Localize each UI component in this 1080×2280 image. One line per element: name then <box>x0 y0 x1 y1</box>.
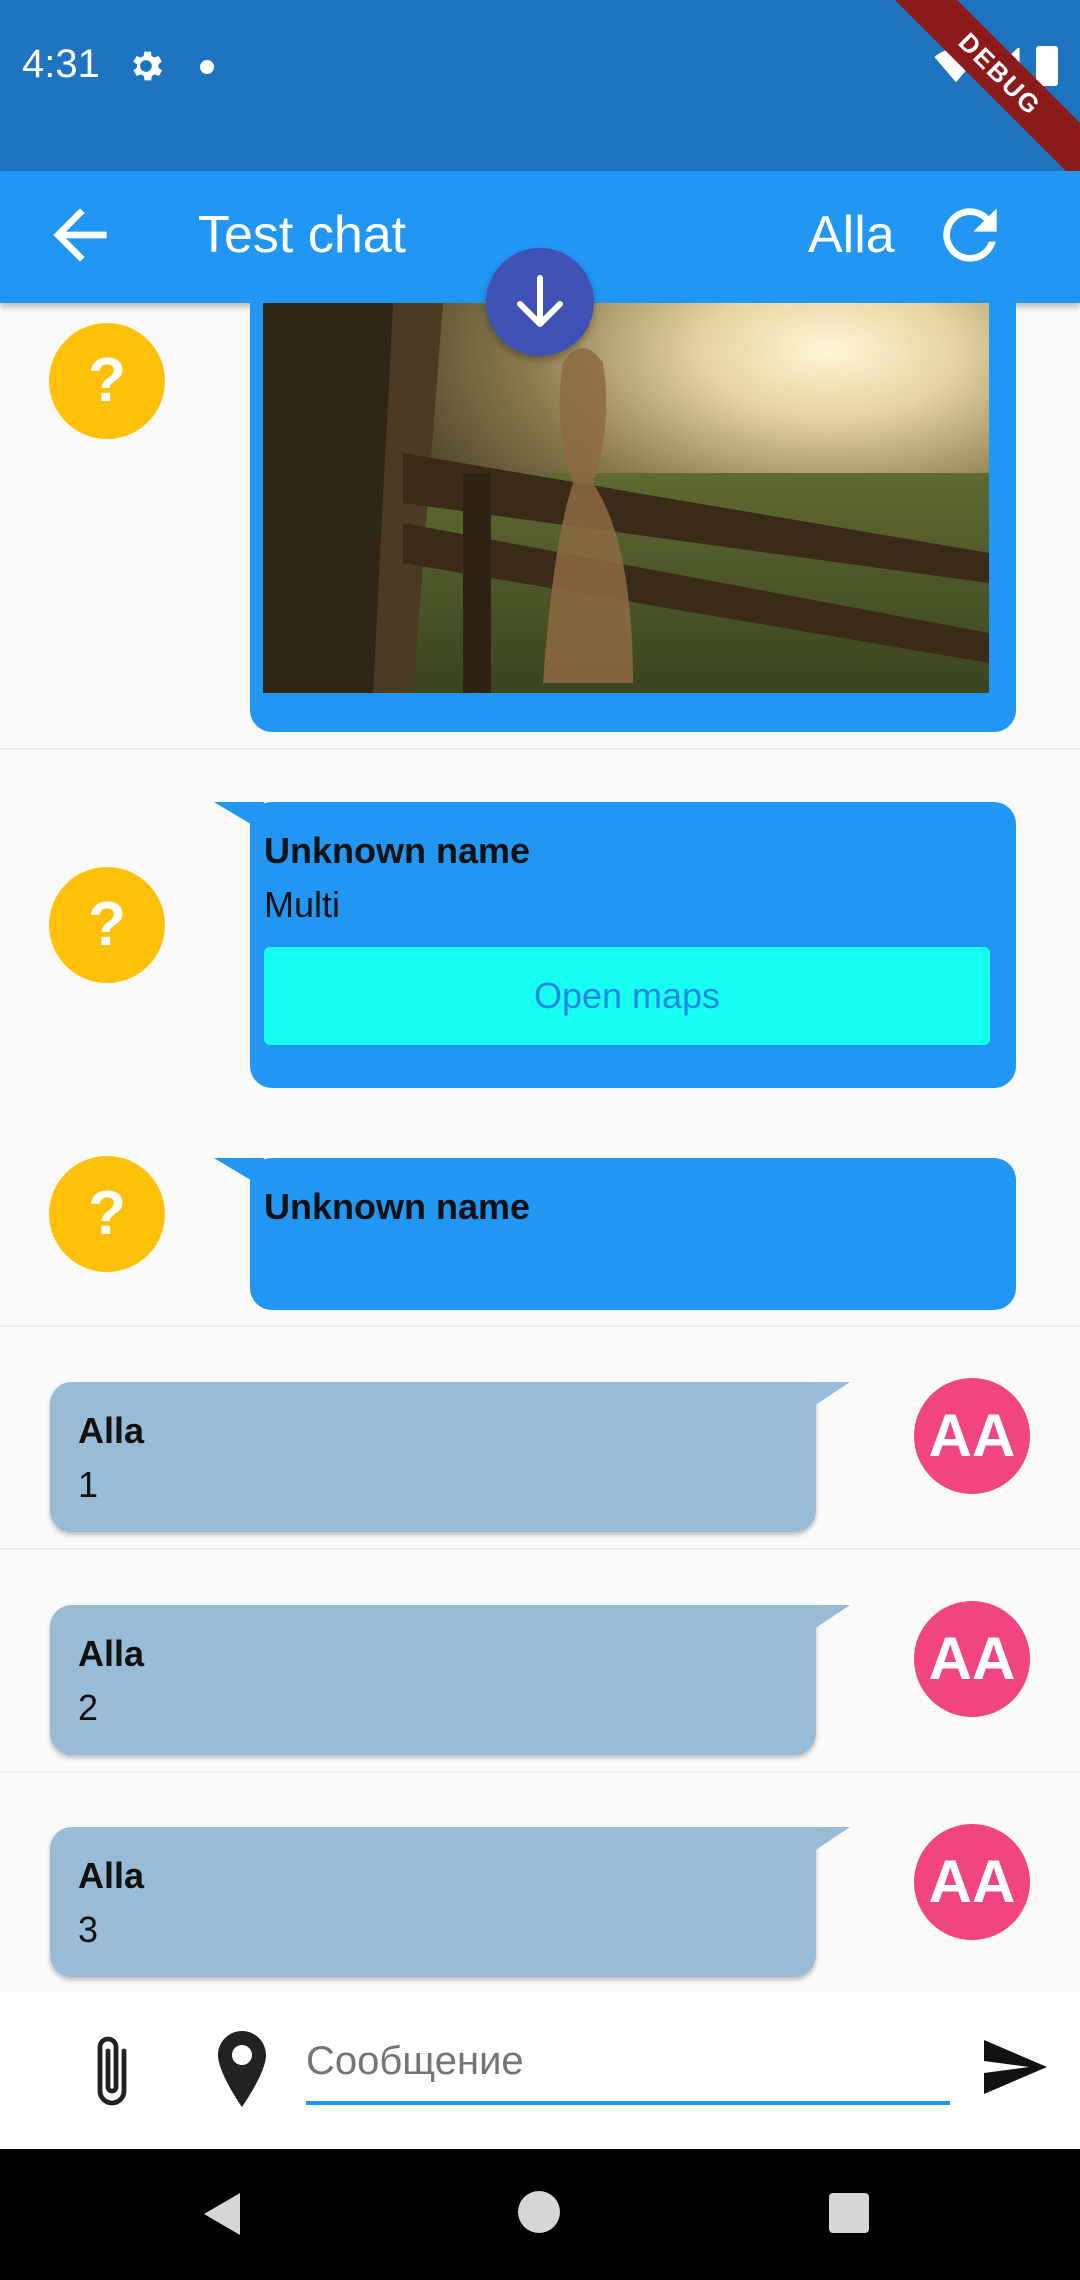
system-nav-bar <box>0 2149 1080 2280</box>
page-title: Test chat <box>198 206 407 264</box>
battery-icon <box>1036 46 1058 86</box>
outgoing-message-bubble[interactable]: Alla 2 <box>50 1605 816 1755</box>
open-maps-button[interactable]: Open maps <box>264 947 990 1045</box>
back-arrow-icon[interactable] <box>40 195 120 275</box>
scroll-to-bottom-button[interactable] <box>486 248 594 356</box>
bubble-tail <box>814 1605 850 1629</box>
location-pin-icon[interactable] <box>218 2031 266 2107</box>
debug-banner: DEBUG <box>878 0 1080 196</box>
message-bubble[interactable]: Unknown name Multi <box>250 802 1016 1088</box>
message-divider <box>0 1548 1080 1550</box>
message-divider <box>0 748 1080 750</box>
message-composer <box>0 1993 1080 2149</box>
arrow-down-icon <box>517 275 563 327</box>
avatar-user: AA <box>914 1378 1030 1494</box>
avatar-unknown: ? <box>49 1156 165 1272</box>
message-divider <box>0 1771 1080 1773</box>
avatar-unknown: ? <box>49 867 165 983</box>
send-icon[interactable] <box>978 2031 1050 2103</box>
sender-name: Alla <box>78 1410 145 1451</box>
message-input[interactable] <box>306 2021 950 2105</box>
photo-image <box>263 303 989 693</box>
nav-recents-icon[interactable] <box>829 2193 869 2233</box>
notification-dot <box>200 60 214 74</box>
avatar-user: AA <box>914 1824 1030 1940</box>
attach-icon[interactable] <box>88 2031 136 2111</box>
message-text: 3 <box>78 1909 99 1950</box>
outgoing-message-bubble[interactable]: Alla 3 <box>50 1827 816 1977</box>
bubble-tail <box>814 1827 850 1851</box>
message-divider <box>0 1325 1080 1327</box>
outgoing-message-bubble[interactable]: Alla 1 <box>50 1382 816 1532</box>
current-user-name: Alla <box>808 206 895 264</box>
sender-name: Unknown name <box>264 830 531 871</box>
nav-back-icon[interactable] <box>200 2191 244 2237</box>
sender-name: Unknown name <box>264 1186 531 1227</box>
nav-home-icon[interactable] <box>518 2191 560 2233</box>
message-text: 2 <box>78 1687 99 1728</box>
avatar-unknown: ? <box>49 323 165 439</box>
sender-name: Alla <box>78 1633 145 1674</box>
message-photo[interactable] <box>263 303 989 693</box>
bubble-tail <box>814 1382 850 1406</box>
message-text: 1 <box>78 1464 99 1505</box>
refresh-icon[interactable] <box>930 195 1010 275</box>
status-time: 4:31 <box>22 42 100 86</box>
status-bar: 4:31 DEBUG <box>0 0 1080 196</box>
gear-icon <box>133 51 163 81</box>
avatar-user: AA <box>914 1601 1030 1717</box>
message-bubble[interactable]: Unknown name <box>250 1158 1016 1310</box>
message-text: Multi <box>264 884 341 925</box>
sender-name: Alla <box>78 1855 145 1896</box>
